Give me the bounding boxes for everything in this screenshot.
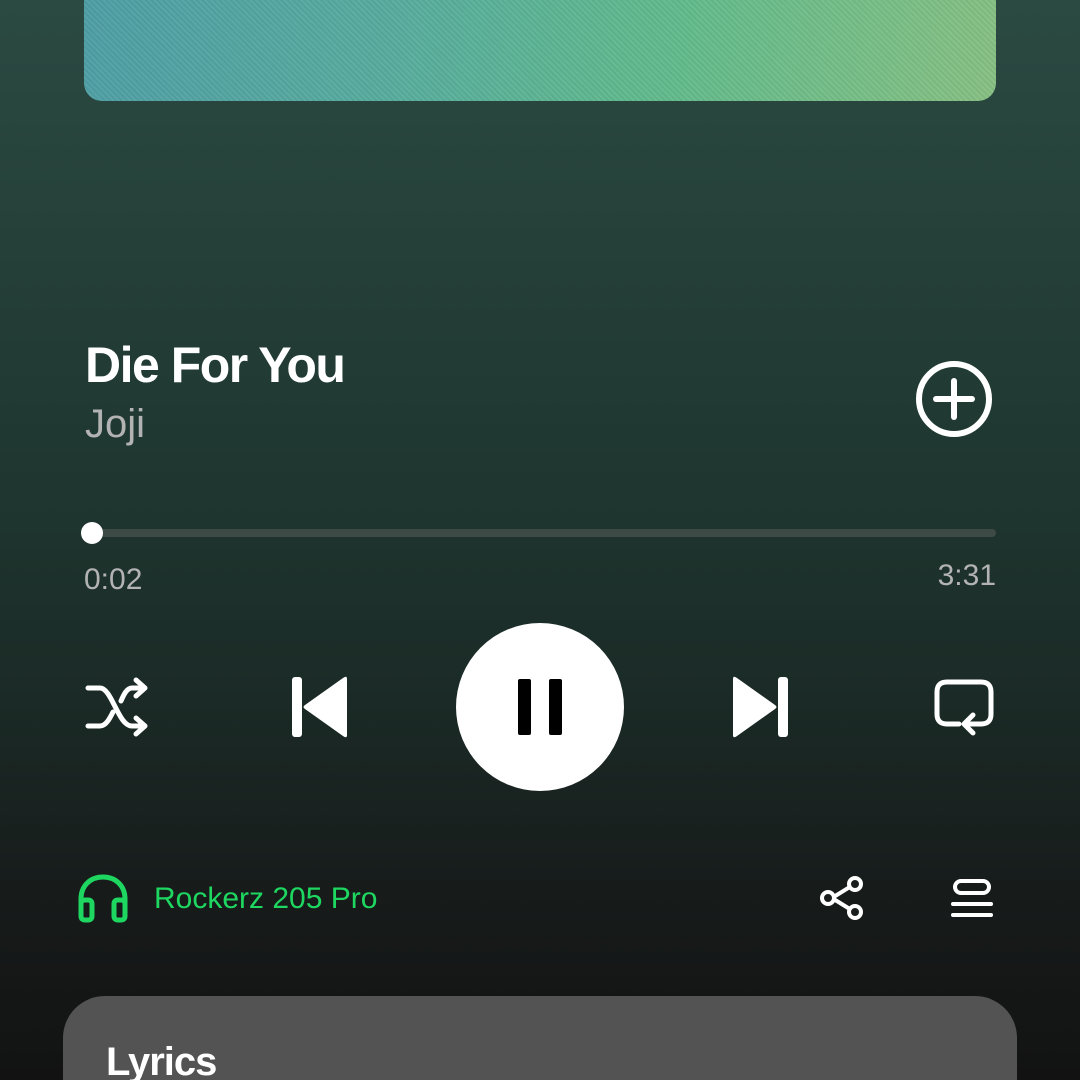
- pause-button[interactable]: [456, 623, 624, 791]
- skip-next-icon: [733, 676, 788, 738]
- track-artist[interactable]: Joji: [85, 402, 145, 447]
- shuffle-icon: [85, 677, 148, 737]
- total-duration: 3:31: [937, 559, 996, 592]
- queue-icon: [951, 879, 993, 917]
- connected-device[interactable]: Rockerz 205 Pro: [76, 872, 377, 926]
- add-to-library-button[interactable]: [914, 359, 994, 439]
- track-title: Die For You: [85, 337, 346, 393]
- next-button[interactable]: [730, 675, 790, 739]
- share-icon: [820, 876, 863, 920]
- elapsed-time: 0:02: [84, 563, 143, 596]
- lyrics-title: Lyrics: [106, 1040, 217, 1080]
- queue-button[interactable]: [950, 878, 994, 920]
- album-art: [84, 0, 996, 101]
- progress-knob[interactable]: [81, 522, 104, 544]
- repeat-button[interactable]: [933, 678, 995, 738]
- skip-previous-icon: [292, 676, 347, 738]
- lyrics-card[interactable]: Lyrics: [63, 996, 1017, 1080]
- previous-button[interactable]: [290, 675, 350, 739]
- shuffle-button[interactable]: [84, 676, 150, 738]
- plus-circle-icon: [916, 361, 992, 437]
- share-button[interactable]: [820, 876, 864, 920]
- progress-bar[interactable]: [84, 529, 996, 537]
- pause-icon: [518, 679, 562, 735]
- repeat-icon: [934, 679, 994, 736]
- headphones-icon: [78, 874, 128, 923]
- device-label: Rockerz 205 Pro: [154, 882, 378, 915]
